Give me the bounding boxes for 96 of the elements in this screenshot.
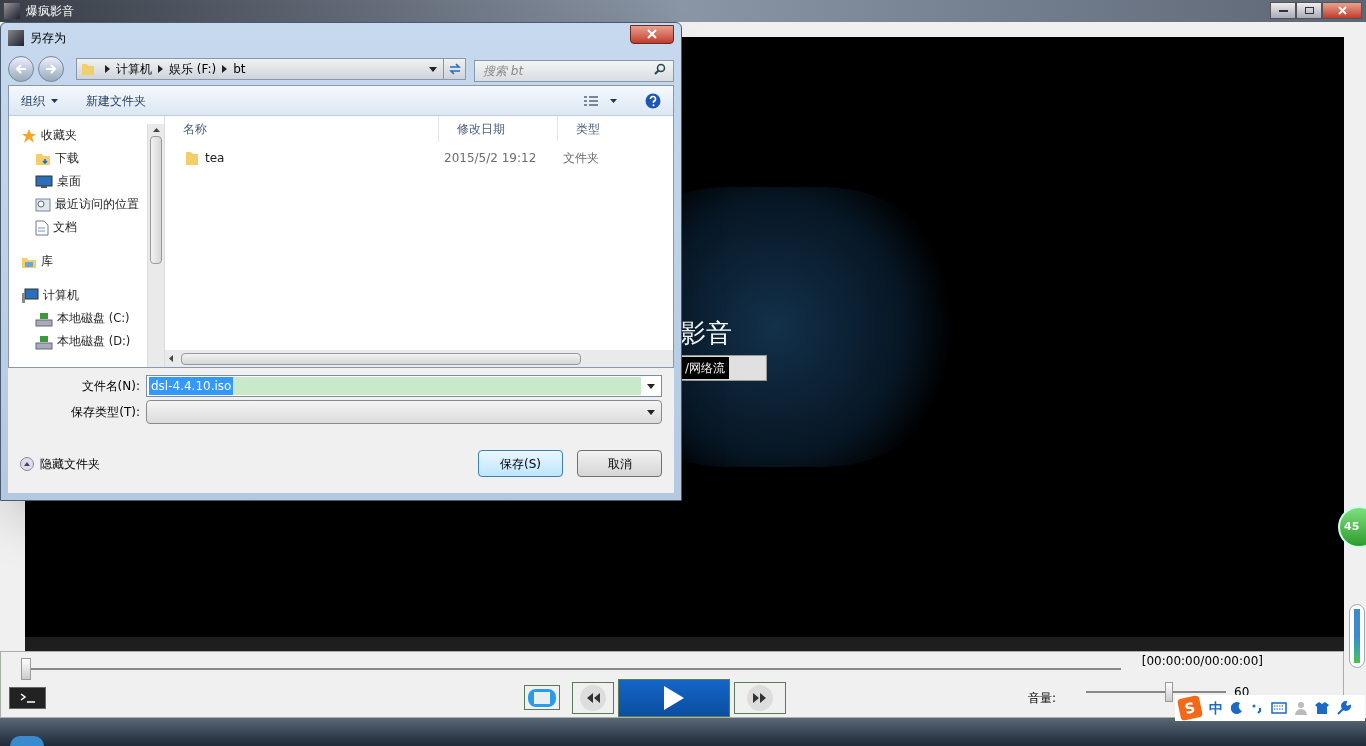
- view-options-button[interactable]: [584, 95, 617, 106]
- open-url-button[interactable]: /网络流: [680, 354, 767, 381]
- column-header[interactable]: 类型: [557, 116, 673, 142]
- volume-thumb[interactable]: [1165, 681, 1174, 702]
- breadcrumb-item[interactable]: 计算机: [116, 60, 152, 78]
- console-button[interactable]: [9, 686, 46, 709]
- screen-icon: [527, 687, 557, 708]
- nav-item[interactable]: 收藏夹: [9, 124, 147, 147]
- volume-label: 音量:: [1028, 689, 1057, 707]
- cancel-button[interactable]: 取消: [577, 450, 662, 477]
- file-row[interactable]: tea 2015/5/2 19:12 文件夹: [165, 146, 673, 170]
- progress-thumb[interactable]: [21, 658, 31, 681]
- column-header[interactable]: 名称: [165, 116, 438, 142]
- new-folder-button[interactable]: 新建文件夹: [86, 91, 146, 110]
- time-display: [00:00:00/00:00:00]: [1141, 653, 1263, 671]
- scroll-up-arrow-icon[interactable]: [152, 128, 160, 132]
- nav-item[interactable]: 最近访问的位置: [9, 193, 147, 216]
- dialog-title: 另存为: [30, 30, 66, 47]
- chevron-right-icon: [158, 65, 163, 73]
- filename-label: 文件名(N):: [80, 378, 140, 395]
- dropdown-caret-icon: [647, 409, 655, 415]
- scroll-left-arrow-icon[interactable]: [169, 355, 173, 362]
- close-icon: [647, 29, 657, 39]
- nav-item[interactable]: 本地磁盘 (D:): [9, 330, 147, 353]
- level-meter: [1349, 604, 1365, 668]
- play-button[interactable]: [618, 678, 730, 717]
- back-arrow-icon: [15, 64, 27, 74]
- rewind-icon: [579, 683, 607, 712]
- back-button[interactable]: [8, 56, 34, 82]
- close-button[interactable]: [1322, 2, 1362, 20]
- search-field[interactable]: 搜索 bt: [474, 60, 674, 82]
- nav-item[interactable]: 桌面: [9, 170, 147, 193]
- hide-folders-toggle[interactable]: 隐藏文件夹: [20, 454, 100, 473]
- rewind-button[interactable]: [572, 681, 614, 714]
- terminal-prompt-icon: [19, 692, 36, 703]
- nav-item[interactable]: 下载: [9, 147, 147, 170]
- moon-icon[interactable]: [1231, 702, 1243, 715]
- play-icon: [664, 685, 684, 710]
- nav-item[interactable]: 文档: [9, 216, 147, 239]
- restore-button[interactable]: [1296, 2, 1322, 20]
- monitor-icon: [35, 174, 53, 189]
- forward-button[interactable]: [38, 56, 64, 82]
- close-icon: [1337, 6, 1347, 16]
- modified-date: 2015/5/2 19:12: [443, 150, 538, 167]
- list-view-icon: [584, 95, 598, 106]
- punctuation-icon[interactable]: [1251, 702, 1263, 715]
- fast-forward-icon: [746, 683, 774, 712]
- refresh-arrows-icon: [447, 63, 462, 75]
- dropdown-caret-icon: [429, 66, 437, 72]
- filename-value: dsl-4.4.10.iso: [149, 377, 234, 395]
- nav-item[interactable]: 计算机: [9, 284, 147, 307]
- caret-icon: [610, 98, 617, 103]
- breadcrumb-item[interactable]: bt: [233, 60, 246, 78]
- save-button[interactable]: 保存(S): [478, 450, 563, 477]
- app-icon: [8, 30, 24, 46]
- shirt-icon[interactable]: [1315, 701, 1329, 716]
- dropdown-caret-icon: [647, 383, 655, 389]
- organize-menu[interactable]: 组织: [21, 91, 58, 110]
- document-icon: [35, 219, 49, 236]
- breadcrumb-item[interactable]: 娱乐 (F:): [169, 60, 217, 78]
- recent-places-icon: [35, 196, 51, 213]
- ime-mode[interactable]: 中: [1209, 697, 1223, 719]
- horizontal-scrollbar[interactable]: [165, 350, 673, 367]
- minimize-button[interactable]: [1270, 2, 1296, 20]
- app-icon: [4, 2, 20, 19]
- player-logo-text: 影音: [680, 316, 732, 350]
- search-icon: [654, 63, 666, 75]
- file-type: 文件夹: [562, 150, 600, 167]
- disk-drive-icon: [35, 333, 53, 350]
- close-button[interactable]: [630, 24, 674, 44]
- progress-track[interactable]: [21, 658, 1121, 681]
- filetype-dropdown[interactable]: [146, 400, 662, 424]
- computer-icon: [21, 287, 39, 304]
- scrollbar[interactable]: [147, 124, 164, 367]
- column-header[interactable]: 修改日期: [438, 116, 557, 142]
- start-orb[interactable]: [10, 736, 44, 746]
- window-title: 爆疯影音: [26, 2, 74, 20]
- address-bar[interactable]: 计算机 娱乐 (F:) bt: [76, 58, 466, 80]
- volume-track[interactable]: [1086, 681, 1227, 702]
- fast-forward-button[interactable]: [734, 681, 786, 714]
- caret-icon: [51, 98, 58, 103]
- chevron-right-icon: [222, 65, 228, 73]
- filetype-label: 保存类型(T):: [70, 404, 140, 421]
- folder-icon: [81, 62, 95, 76]
- nav-item[interactable]: 本地磁盘 (C:): [9, 307, 147, 330]
- file-name: tea: [205, 150, 225, 167]
- stop-button[interactable]: [524, 685, 560, 711]
- forward-arrow-icon: [45, 64, 57, 74]
- nav-item[interactable]: 库: [9, 250, 147, 273]
- keyboard-icon[interactable]: [1271, 702, 1287, 715]
- chevron-right-icon: [105, 65, 110, 73]
- wrench-icon[interactable]: [1337, 701, 1351, 716]
- help-icon[interactable]: [645, 92, 661, 109]
- disk-drive-icon: [35, 310, 53, 327]
- folder-icon: [185, 150, 199, 166]
- star-icon: [21, 127, 37, 144]
